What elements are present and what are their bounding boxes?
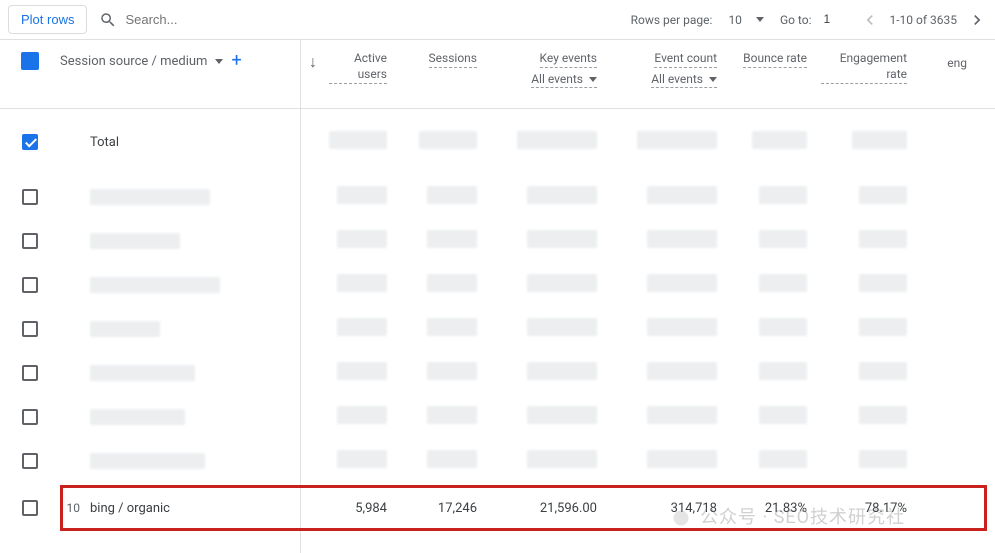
row-checkbox[interactable]: [22, 453, 38, 469]
search-icon: [99, 11, 117, 29]
table-row-total: Total: [0, 109, 995, 175]
chevron-down-icon: [589, 77, 597, 82]
rows-per-page-value: 10: [728, 13, 742, 27]
rows-per-page-label: Rows per page:: [631, 13, 713, 27]
cell-sessions: 17,246: [397, 501, 487, 516]
table-row: [0, 439, 995, 483]
prev-page-icon[interactable]: [860, 10, 880, 30]
cell-event-count: 314,718: [607, 501, 727, 516]
plot-rows-button[interactable]: Plot rows: [8, 5, 87, 34]
table-row: [0, 175, 995, 219]
page-range-label: 1-10 of 3635: [890, 13, 958, 27]
table-header: Session source / medium + ↓ Active users…: [0, 40, 995, 109]
search-field[interactable]: [99, 11, 630, 29]
row-checkbox[interactable]: [22, 277, 38, 293]
table-row: [0, 263, 995, 307]
table-row: [0, 395, 995, 439]
next-page-icon[interactable]: [967, 10, 987, 30]
row-checkbox[interactable]: [22, 233, 38, 249]
select-all-indicator[interactable]: [21, 52, 39, 70]
row-checkbox[interactable]: [22, 321, 38, 337]
cell-active-users: 5,984: [301, 501, 397, 516]
col-bounce-rate[interactable]: Bounce rate: [727, 46, 817, 88]
search-input[interactable]: [123, 11, 303, 28]
cell-bounce-rate: 21.83%: [727, 501, 817, 516]
row-index: 10: [60, 501, 80, 515]
goto-input[interactable]: [822, 11, 850, 28]
row-checkbox[interactable]: [22, 409, 38, 425]
row-checkbox[interactable]: [22, 500, 38, 516]
dimension-label: Session source / medium: [60, 54, 207, 69]
cell-engagement-rate: 78.17%: [817, 501, 917, 516]
row-checkbox[interactable]: [22, 365, 38, 381]
goto-label: Go to:: [780, 13, 812, 27]
dimension-cell: Total: [60, 135, 300, 150]
col-active-users[interactable]: Active users: [325, 46, 397, 88]
total-label: Total: [90, 135, 119, 150]
dimension-value: bing / organic: [90, 501, 170, 516]
chevron-down-icon: [215, 59, 223, 64]
add-dimension-button[interactable]: +: [231, 52, 241, 70]
chevron-down-icon: [709, 77, 717, 82]
col-event-count[interactable]: Event count All events: [607, 46, 727, 88]
col-overflow: eng: [917, 46, 977, 88]
sort-indicator[interactable]: ↓: [301, 46, 325, 72]
dimension-cell[interactable]: 10 bing / organic: [60, 501, 300, 516]
table-row-highlighted: 10 bing / organic 5,984 17,246 21,596.00…: [0, 483, 995, 533]
col-key-events[interactable]: Key events All events: [487, 46, 607, 88]
table-row: [0, 219, 995, 263]
row-checkbox[interactable]: [22, 134, 38, 150]
col-sessions[interactable]: Sessions: [397, 46, 487, 88]
table-row: [0, 351, 995, 395]
rows-per-page-select[interactable]: 10: [722, 11, 770, 29]
table-toolbar: Plot rows Rows per page: 10 Go to: 1-10 …: [0, 0, 995, 40]
cell-key-events: 21,596.00: [487, 501, 607, 516]
dimension-picker[interactable]: Session source / medium +: [60, 46, 300, 70]
table-row: [0, 307, 995, 351]
row-checkbox[interactable]: [22, 189, 38, 205]
chevron-down-icon: [756, 17, 764, 22]
col-engagement-rate[interactable]: Engagement rate: [817, 46, 917, 88]
